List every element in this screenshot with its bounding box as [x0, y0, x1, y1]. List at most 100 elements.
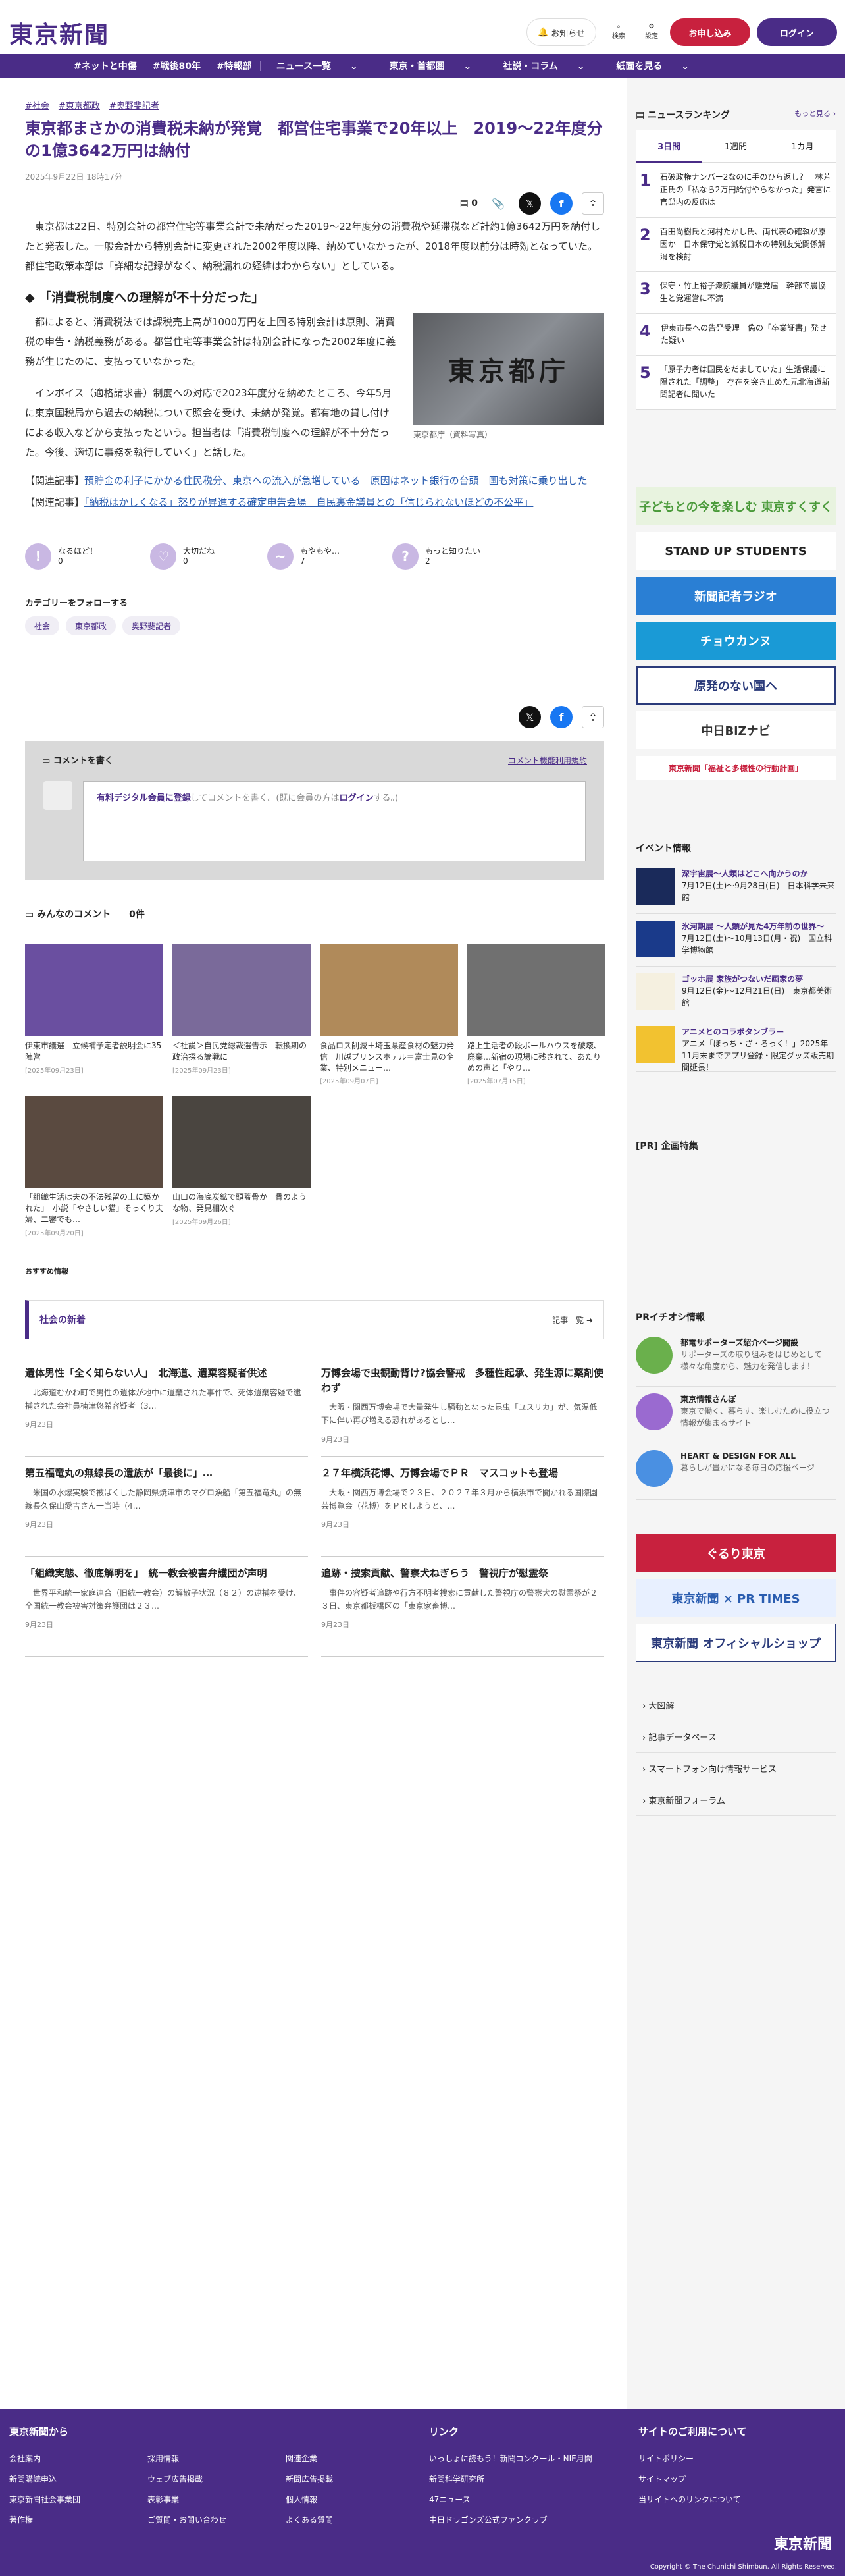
footer-link[interactable]: 表彰事業 [147, 2494, 259, 2505]
ranking-item[interactable]: 5 「原子力者は国民をだましていた」生活保護に隠された「調整」 存在を突き止めた元… [636, 355, 836, 410]
notice-button[interactable]: 🔔 お知らせ [526, 18, 596, 46]
banner-shop[interactable]: 東京新聞 オフィシャルショップ [636, 1624, 836, 1662]
share-icon[interactable]: ⇪ [582, 192, 604, 215]
related-article-link[interactable]: 「納税はかしくなる」怒りが昇進する確定申告会場 自民裏金議員との「信じられないほ… [84, 496, 533, 508]
more-news-link[interactable]: 記事一覧 ➜ [552, 1314, 593, 1326]
related-article-link[interactable]: 預貯金の利子にかかる住民税分、東京への流入が急増している 原因はネット銀行の台頭… [84, 475, 588, 487]
sidebar-link[interactable]: › スマートフォン向け情報サービス [636, 1753, 836, 1784]
footer-link[interactable]: 個人情報 [286, 2494, 397, 2505]
news-item[interactable]: ２７年横浜花博、万博会場でＰＲ マスコットも登場 大阪・関西万博会場で２３日、２… [321, 1457, 604, 1557]
banner-prtimes[interactable]: 東京新聞 × PR TIMES [636, 1579, 836, 1617]
footer-link[interactable]: 新聞購読申込 [9, 2473, 121, 2484]
footer-link[interactable]: いっしょに読もう！新聞コンクール・NIE月間 [429, 2453, 613, 2464]
search-button[interactable]: ⌕ 検索 [604, 17, 633, 46]
event-item[interactable]: 深宇宙展〜人類はどこへ向かうのか 7月12日(土)〜9月28日(日) 日本科学未来… [636, 861, 836, 914]
bookmark-button[interactable]: ▤ 0 [460, 198, 478, 209]
footer-link[interactable]: サイトポリシー [638, 2453, 823, 2464]
banner-gururi[interactable]: ぐるり東京 [636, 1534, 836, 1572]
sidebar-link[interactable]: › 大図解 [636, 1690, 836, 1721]
footer-link[interactable]: 新聞広告掲載 [286, 2473, 397, 2484]
follow-tag[interactable]: 社会 [25, 616, 60, 636]
comment-rules-link[interactable]: コメント機能利用規約 [508, 755, 587, 766]
footer-link[interactable]: 東京新聞社会事業団 [9, 2494, 121, 2505]
footer-link[interactable]: ウェブ広告掲載 [147, 2473, 259, 2484]
follow-tag[interactable]: 奥野斐記者 [122, 616, 181, 636]
ranking-more-link[interactable]: もっと見る › [794, 108, 836, 121]
footer-link[interactable]: 著作権 [9, 2514, 121, 2525]
nav-item-tokuho[interactable]: #特報部 [209, 59, 260, 72]
ranking-item[interactable]: 1 石破政権ナンバー2なのに手のひら返し？ 林芳正氏の「私なら2万円給付やらなかっ… [636, 163, 836, 218]
article-card[interactable]: 伊東市議選 立候補予定者説明会に35陣営 [2025年09月23日] [25, 944, 163, 1085]
news-item[interactable]: 万博会場で虫観動背け?協会警戒 多種性起承、発生源に薬剤使わず 大阪・関西万博会… [321, 1356, 604, 1457]
tag-link[interactable]: #奥野斐記者 [109, 99, 159, 111]
reaction-motto[interactable]: ? もっと知りたい 2 [392, 543, 480, 570]
facebook-share-icon[interactable]: f [550, 192, 573, 215]
tag-link[interactable]: #社会 [25, 99, 49, 111]
nav-item-war80[interactable]: #戦後80年 [145, 59, 209, 72]
pr-item[interactable]: 東京情報さんぽ 東京で働く、暮らす、楽しむために役立つ情報が集まるサイト [636, 1387, 836, 1443]
x-share-icon[interactable]: 𝕏 [519, 192, 541, 215]
banner-radio[interactable]: 新聞記者ラジオ [636, 577, 836, 615]
banner-genpatsu[interactable]: 原発のない国へ [636, 666, 836, 705]
article-card[interactable]: 山口の海底炭鉱で頭蓋骨か 骨のような物、発見相次ぐ [2025年09月26日] [172, 1096, 311, 1237]
footer-link[interactable]: よくある質問 [286, 2514, 397, 2525]
footer-link[interactable]: 採用情報 [147, 2453, 259, 2464]
pr-item[interactable]: 都電サポーターズ紹介ページ開設 サポーターズの取り組みをはじめとして様々な角度から… [636, 1330, 836, 1387]
nav-item-tokyo[interactable]: 東京・首都圏 ⌄ [374, 59, 488, 72]
footer-link[interactable]: 47ニュース [429, 2494, 613, 2505]
follow-tag[interactable]: 東京都政 [66, 616, 116, 636]
sidebar-link[interactable]: › 東京新聞フォーラム [636, 1784, 836, 1816]
article-card[interactable]: 食品ロス削減＋埼玉県産食材の魅力発信 川越プリンスホテル＝富士見の企業、特別メニ… [320, 944, 458, 1085]
banner-choukanne[interactable]: チョウカンヌ [636, 622, 836, 660]
tab-1month[interactable]: 1カ月 [769, 130, 836, 163]
event-item[interactable]: ゴッホ展 家族がつないだ画家の夢 9月12日(金)〜12月21日(日) 東京都美術… [636, 967, 836, 1019]
banner-welfare[interactable]: 東京新聞「福祉と多様性の行動計画」 [636, 756, 836, 780]
sidebar-link[interactable]: › 記事データベース [636, 1721, 836, 1753]
ranking-item[interactable]: 3 保守・竹上裕子衆院議員が離党届 幹部で農協生と党運営に不満 [636, 272, 836, 314]
tag-link[interactable]: #東京都政 [59, 99, 100, 111]
reaction-taisetsu[interactable]: ♡ 大切だね 0 [150, 543, 215, 570]
site-logo[interactable]: 東京新聞 [9, 16, 109, 50]
register-link[interactable]: 有料デジタル会員に登録 [97, 793, 191, 803]
banner-bizbavi[interactable]: 中日BiZナビ [636, 711, 836, 749]
nav-item-paper[interactable]: 紙面を見る ⌄ [600, 59, 705, 72]
x-share-icon[interactable]: 𝕏 [519, 706, 541, 728]
news-item[interactable]: 追跡・捜索貢献、警察犬ねぎらう 警視庁が慰霊祭 事件の容疑者追跡や行方不明者捜索… [321, 1557, 604, 1657]
event-item[interactable]: アニメとのコラボタンブラー アニメ「ぼっち・ざ・ろっく！」2025年11月末までア… [636, 1019, 836, 1072]
clip-icon[interactable]: 📎 [487, 192, 509, 215]
footer-link[interactable]: ご質問・お問い合わせ [147, 2514, 259, 2525]
reaction-naruhodo[interactable]: ! なるほど！ 0 [25, 543, 97, 570]
share-icon[interactable]: ⇪ [582, 706, 604, 728]
news-item[interactable]: 第五福竜丸の無線長の遺族が「最後に」… 米国の水爆実験で被ばくした静岡県焼津市の… [25, 1457, 308, 1557]
reaction-moyamoya[interactable]: ~ もやもや… 7 [267, 543, 340, 570]
nav-item-editorial[interactable]: 社説・コラム ⌄ [487, 59, 600, 72]
ranking-item[interactable]: 4 伊東市長への告発受理 偽の「卒業証書」発せた疑い [636, 313, 836, 356]
nav-item-net[interactable]: #ネットと中傷 [66, 59, 145, 72]
footer-link[interactable]: サイトマップ [638, 2473, 823, 2484]
banner-sukusuku[interactable]: 子どもとの今を楽しむ 東京すくすく [636, 487, 836, 525]
login-button[interactable]: ログイン [757, 18, 837, 46]
nav-item-news[interactable]: ニュース一覧 ⌄ [261, 59, 374, 72]
comment-input[interactable]: 有料デジタル会員に登録してコメントを書く。(既に会員の方はログインする。) [83, 781, 586, 861]
footer-link[interactable]: 当サイトへのリンクについて [638, 2494, 823, 2505]
article-card[interactable]: 「組織生活は夫の不法残留の上に築かれた」 小説「やさしい猫」そっくり夫婦、二審で… [25, 1096, 163, 1237]
event-item[interactable]: 氷河期展 〜人類が見た4万年前の世界〜 7月12日(土)〜10月13日(月・祝) … [636, 914, 836, 967]
tab-1week[interactable]: 1週間 [702, 130, 769, 163]
footer-logo[interactable]: 東京新聞 [774, 2533, 832, 2554]
tab-3days[interactable]: 3日間 [636, 130, 703, 163]
facebook-share-icon[interactable]: f [550, 706, 573, 728]
subscribe-button[interactable]: お申し込み [670, 18, 750, 46]
footer-link[interactable]: 中日ドラゴンズ公式ファンクラブ [429, 2514, 613, 2525]
footer-link[interactable]: 会社案内 [9, 2453, 121, 2464]
news-item[interactable]: 「組織実態、徹底解明を」 統一教会被害弁護団が声明 世界平和統一家庭連合（旧統一… [25, 1557, 308, 1657]
ranking-item[interactable]: 2 百田尚樹氏と河村たかし氏、両代表の確執が原因か 日本保守党と減税日本の特別友党… [636, 217, 836, 273]
footer-link[interactable]: 関連企業 [286, 2453, 397, 2464]
pr-item[interactable]: HEART & DESIGN FOR ALL 暮らしが豊かになる毎日の応援ページ [636, 1443, 836, 1500]
article-card[interactable]: 路上生活者の段ボールハウスを破壊、廃棄…新宿の現場に残されて、あたりめの声と「や… [467, 944, 605, 1085]
footer-link[interactable]: 新聞科学研究所 [429, 2473, 613, 2484]
settings-button[interactable]: ⚙ 設定 [637, 17, 666, 46]
article-card[interactable]: ＜社説＞自民党総裁選告示 転換期の政治探る論戦に [2025年09月23日] [172, 944, 311, 1085]
login-link[interactable]: ログイン [339, 793, 373, 803]
banner-standup[interactable]: STAND UP STUDENTS [636, 532, 836, 570]
news-item[interactable]: 遺体男性「全く知らない人」 北海道、遺棄容疑者供述 北海道むかわ町で男性の遺体が… [25, 1356, 308, 1457]
